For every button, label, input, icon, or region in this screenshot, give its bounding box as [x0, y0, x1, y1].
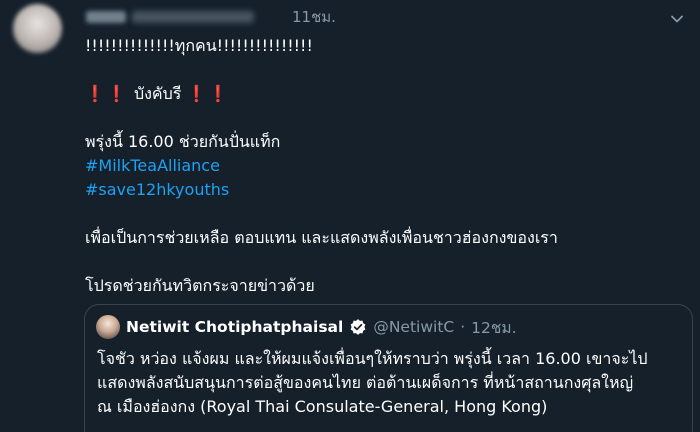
author-name-blurred[interactable] [86, 11, 126, 23]
quoted-tweet-text: โจชัว หว่อง แจ้งผม และให้ผมแจ้งเพื่อนๆให… [97, 347, 687, 419]
tweet-line: เพื่อเป็นการช่วยเหลือ ตอบแทน และแสดงพลัง… [85, 228, 558, 247]
hashtag-link[interactable]: #MilkTeaAlliance [85, 154, 685, 178]
tweet-time[interactable]: 11ชม. [292, 5, 336, 29]
tweet-line: โปรดช่วยกันทวิตกระจายข่าวด้วย [85, 276, 315, 295]
quoted-tweet[interactable]: Netiwit Chotiphatphaisal @NetiwitC · 12ช… [84, 304, 693, 432]
quoted-line: โจชัว หว่อง แจ้งผม และให้ผมแจ้งเพื่อนๆให… [97, 349, 648, 368]
chevron-down-icon[interactable] [670, 12, 684, 26]
exclamation-icon: ❗❗ [85, 84, 129, 103]
tweet-line: ❗❗ บังคับรี ❗❗ [85, 82, 685, 106]
exclamation-icon: ❗❗ [186, 84, 231, 103]
quoted-line: แสดงพลังสนับสนุนการต่อสู้ของคนไทย ต่อต้า… [97, 373, 634, 392]
hashtag-link[interactable]: #save12hkyouths [85, 178, 685, 202]
quoted-line: ณ เมืองฮ่องกง (Royal Thai Consulate-Gene… [97, 397, 548, 416]
tweet-header: 11ชม. [86, 6, 336, 28]
separator-dot: · [460, 318, 466, 336]
verified-badge-icon [350, 319, 366, 335]
quoted-tweet-header: Netiwit Chotiphatphaisal @NetiwitC · 12ช… [96, 314, 517, 340]
tweet-line: พรุ่งนี้ 16.00 ช่วยกันปั่นแท็ก [85, 132, 281, 151]
tweet-line-text: บังคับรี [133, 84, 182, 103]
tweet[interactable]: 11ชม. !!!!!!!!!!!!!!ทุกคน!!!!!!!!!!!!!!!… [0, 0, 700, 432]
author-handle-blurred[interactable] [132, 11, 254, 23]
tweet-text: !!!!!!!!!!!!!!ทุกคน!!!!!!!!!!!!!!! ❗❗ บั… [85, 34, 685, 298]
quoted-author-avatar[interactable] [96, 315, 120, 339]
quoted-tweet-time[interactable]: 12ชม. [471, 315, 516, 340]
quoted-author-handle[interactable]: @NetiwitC [373, 318, 454, 336]
author-avatar[interactable] [13, 4, 62, 53]
quoted-author-name[interactable]: Netiwit Chotiphatphaisal [126, 318, 343, 336]
tweet-line: !!!!!!!!!!!!!!ทุกคน!!!!!!!!!!!!!!! [85, 36, 313, 55]
